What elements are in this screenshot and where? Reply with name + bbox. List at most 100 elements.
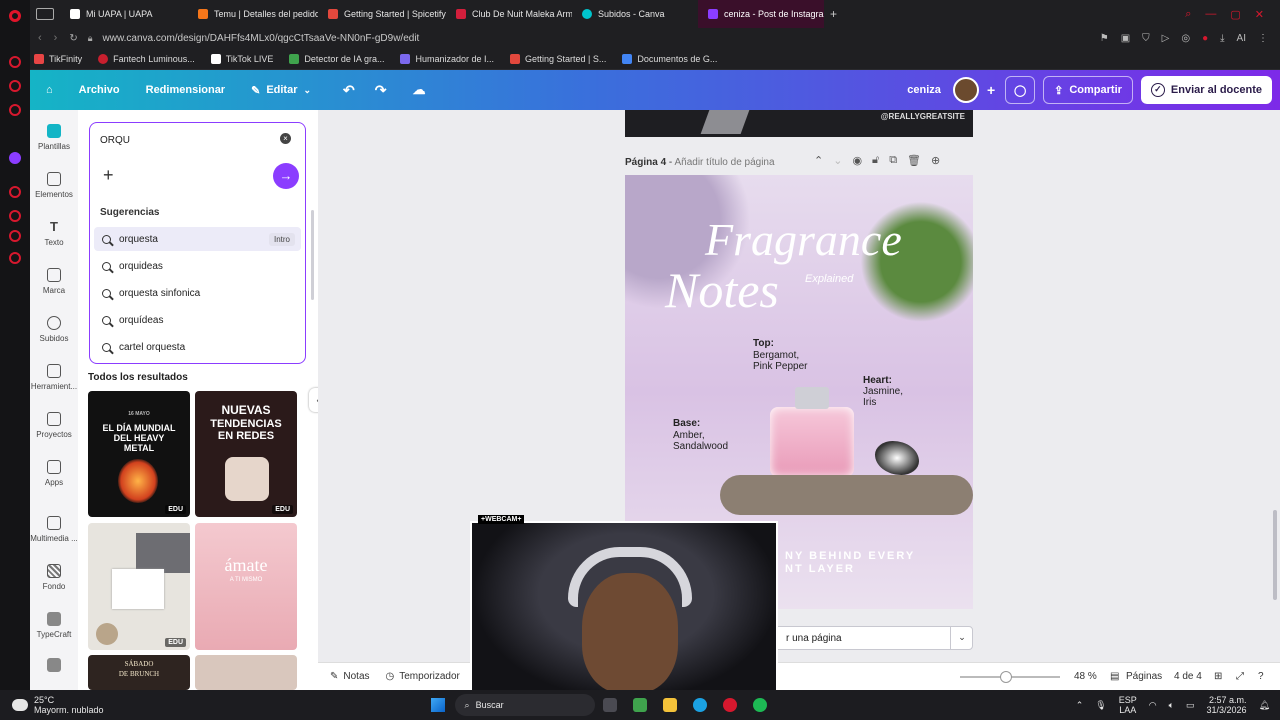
wallet-icon[interactable]: ◎ xyxy=(1181,33,1190,44)
weather-widget[interactable]: 25°C Mayorm. nublado xyxy=(34,695,104,715)
file-explorer-icon[interactable] xyxy=(662,698,677,712)
duplicate-page-icon[interactable]: ⧉ xyxy=(889,154,897,167)
clock[interactable]: 2:57 a.m. 31/3/2026 xyxy=(1207,695,1247,715)
nav-elementos[interactable]: Elementos xyxy=(30,172,78,199)
grid-view-icon[interactable]: ⊞ xyxy=(1214,671,1222,682)
tab-ceniza-active[interactable]: ceniza - Post de Instagram xyxy=(698,0,824,28)
add-filter-icon[interactable]: + xyxy=(103,165,114,186)
notifications-icon[interactable]: 🔔︎ xyxy=(1259,700,1270,711)
aria-icon[interactable] xyxy=(9,56,21,68)
menu-icon[interactable]: ⋮ xyxy=(1258,33,1268,44)
bookmark-humanizador[interactable]: Humanizador de I... xyxy=(400,53,494,64)
edge-icon[interactable] xyxy=(692,698,707,712)
windows-start-icon[interactable] xyxy=(430,698,445,712)
template-card[interactable]: SÁBADO DE BRUNCH xyxy=(88,655,190,690)
tab-uapa[interactable]: Mi UAPA | UAPA xyxy=(60,0,188,28)
workspaces-icon[interactable] xyxy=(36,8,54,20)
avatar[interactable] xyxy=(952,77,979,103)
enviar-docente-button[interactable]: ✓ Enviar al docente xyxy=(1140,76,1272,104)
player-icon[interactable] xyxy=(9,186,21,198)
suggestion-item[interactable]: cartel orquesta xyxy=(94,335,301,359)
shield-icon[interactable]: ⛉ xyxy=(1142,33,1150,44)
forward-icon[interactable]: › xyxy=(54,32,58,44)
temporizador-button[interactable]: Temporizador xyxy=(399,671,460,682)
fullscreen-icon[interactable]: ⤢ xyxy=(1236,671,1244,682)
close-icon[interactable]: ✕ xyxy=(1255,8,1264,21)
lock-page-icon[interactable]: 🔓︎ xyxy=(872,154,879,167)
zoom-level[interactable]: 48 % xyxy=(1074,671,1097,682)
nav-apps[interactable]: Apps xyxy=(30,460,78,487)
suggestion-item[interactable]: orquídeas xyxy=(94,308,301,332)
suggestion-item[interactable]: orquideas xyxy=(94,254,301,278)
tab-spicetify[interactable]: Getting Started | Spicetify xyxy=(318,0,446,28)
aria-ai-icon[interactable]: AI xyxy=(1237,33,1246,44)
wifi-icon[interactable]: ◠ xyxy=(1149,700,1157,711)
language-indicator[interactable]: ESP LAA xyxy=(1119,695,1137,715)
redimensionar-button[interactable]: Redimensionar xyxy=(136,76,235,104)
nav-subidos[interactable]: Subidos xyxy=(30,316,78,343)
comments-button[interactable]: ◯ xyxy=(1005,76,1036,104)
back-icon[interactable]: ‹ xyxy=(38,32,42,44)
chevron-down-icon[interactable]: ⌄ xyxy=(833,154,842,167)
page-count[interactable]: 4 de 4 xyxy=(1174,671,1202,682)
bookmark-fantech[interactable]: Fantech Luminous... xyxy=(98,53,195,64)
reload-icon[interactable]: ↻ xyxy=(69,33,77,44)
undo-icon[interactable]: ↶ xyxy=(333,76,365,104)
chevron-up-icon[interactable]: ⌃ xyxy=(1076,700,1084,711)
snapshot-icon[interactable]: ▣ xyxy=(1121,33,1130,44)
task-view-icon[interactable] xyxy=(602,698,617,712)
redo-icon[interactable]: ↷ xyxy=(365,76,397,104)
messenger-icon[interactable] xyxy=(9,80,21,92)
nav-typecraft[interactable]: TypeCraft xyxy=(30,612,78,639)
nav-marca[interactable]: Marca xyxy=(30,268,78,295)
whatsapp-icon[interactable] xyxy=(9,104,21,116)
paginas-button[interactable]: Páginas xyxy=(1126,671,1162,682)
help-icon[interactable]: ? xyxy=(1258,671,1264,682)
nav-multimedia[interactable]: Multimedia ... xyxy=(30,516,78,543)
settings-icon[interactable] xyxy=(9,252,21,264)
home-icon[interactable]: ⌂ xyxy=(30,76,69,104)
bookmark-google-docs[interactable]: Documentos de G... xyxy=(622,53,717,64)
add-page-icon[interactable]: ⊕ xyxy=(931,154,940,167)
bookmark-getting-started[interactable]: Getting Started | S... xyxy=(510,53,606,64)
zoom-slider[interactable] xyxy=(960,671,1060,683)
clear-search-icon[interactable]: × xyxy=(280,133,291,144)
design-name[interactable]: ceniza xyxy=(907,84,941,96)
search-submit-button[interactable]: → xyxy=(273,163,299,189)
user-icon[interactable]: ● xyxy=(1202,33,1208,44)
nav-proyectos[interactable]: Proyectos xyxy=(30,412,78,439)
compartir-button[interactable]: ⇪ Compartir xyxy=(1043,76,1133,104)
page-label[interactable]: Página 4 - Añadir título de página xyxy=(625,157,775,168)
page-title-placeholder[interactable]: Añadir título de página xyxy=(674,157,774,168)
template-card[interactable]: 16 MAYO EL DÍA MUNDIAL DEL HEAVY METAL E… xyxy=(88,391,190,517)
hide-page-icon[interactable]: ◉ xyxy=(852,154,862,167)
microphone-icon[interactable]: 🎙︎ xyxy=(1095,700,1106,711)
search-input[interactable]: ORQU xyxy=(100,135,130,146)
bookmark-detector-ia[interactable]: Detector de IA gra... xyxy=(289,53,384,64)
notas-button[interactable]: Notas xyxy=(343,671,369,682)
app-icon[interactable] xyxy=(632,698,647,712)
nav-plantillas[interactable]: Plantillas xyxy=(30,124,78,151)
template-card[interactable]: ámate A TI MISMO xyxy=(195,523,297,650)
archivo-button[interactable]: Archivo xyxy=(69,76,130,104)
add-collaborator-icon[interactable]: + xyxy=(987,82,995,98)
editar-button[interactable]: ✎ Editar ⌄ xyxy=(241,76,321,104)
maximize-icon[interactable]: ▢ xyxy=(1230,8,1240,21)
template-card[interactable]: EDU xyxy=(88,523,190,650)
page-3-preview[interactable]: @REALLYGREATSITE xyxy=(625,110,973,137)
new-tab-button[interactable]: + xyxy=(830,7,837,21)
twitch-icon[interactable] xyxy=(9,152,21,164)
suggestion-item[interactable]: orquesta Intro xyxy=(94,227,301,251)
bookmark-icon[interactable]: ⚑ xyxy=(1100,33,1109,44)
nav-herramientas[interactable]: Herramient... xyxy=(30,364,78,391)
bookmark-tiktok-live[interactable]: TikTok LIVE xyxy=(210,53,273,64)
downloads-icon[interactable] xyxy=(9,230,21,242)
opera-taskbar-icon[interactable] xyxy=(722,698,737,712)
tab-subidos-canva[interactable]: Subidos - Canva xyxy=(572,0,698,28)
tab-temu[interactable]: Temu | Detalles del pedido xyxy=(188,0,318,28)
url-field[interactable]: www.canva.com/design/DAHFfs4MLx0/qgcCtTs… xyxy=(103,33,420,44)
spotify-icon[interactable] xyxy=(752,698,767,712)
chevron-down-icon[interactable]: ⌄ xyxy=(950,626,973,650)
add-page-button[interactable]: r una página xyxy=(773,626,973,650)
play-icon[interactable]: ▷ xyxy=(1162,33,1170,44)
